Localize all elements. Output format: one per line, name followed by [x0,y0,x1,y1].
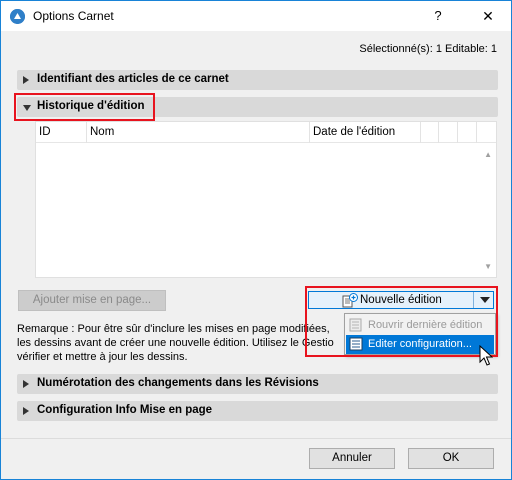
section-configuration-label: Configuration Info Mise en page [37,404,213,416]
table-header: ID Nom Date de l'édition [36,122,496,143]
selection-status: Sélectionné(s): 1 Editable: 1 [359,43,497,55]
column-header-id[interactable]: ID [39,126,51,138]
cancel-button[interactable]: Annuler [309,448,395,469]
section-identifiant-label: Identifiant des articles de ce carnet [37,73,229,85]
scroll-down-icon[interactable]: ▼ [484,262,492,271]
column-divider [457,122,458,143]
remark-line: vérifier et mettre à jour les dessins. [17,351,188,363]
section-numerotation[interactable]: Numérotation des changements dans les Ré… [17,374,498,394]
remark-text: Remarque : Pour être sûr d'inclure les m… [17,322,347,364]
expand-right-icon [23,76,29,84]
remark-line: les dessins avant de créer une nouvelle … [17,337,334,349]
section-numerotation-label: Numérotation des changements dans les Ré… [37,377,319,389]
expand-right-icon [23,380,29,388]
highlight-historique [14,93,155,121]
column-header-nom[interactable]: Nom [90,126,114,138]
expand-right-icon [23,407,29,415]
section-configuration[interactable]: Configuration Info Mise en page [17,401,498,421]
section-identifiant[interactable]: Identifiant des articles de ce carnet [17,70,498,90]
help-button[interactable]: ? [427,5,449,27]
column-divider [438,122,439,143]
close-button[interactable]: ✕ [477,5,499,27]
ok-button[interactable]: OK [408,448,494,469]
title-bar[interactable]: Options Carnet ? ✕ [1,1,511,31]
footer-divider [1,438,511,439]
options-carnet-dialog: Options Carnet ? ✕ Sélectionné(s): 1 Edi… [0,0,512,480]
edition-history-table[interactable]: ID Nom Date de l'édition ▲ ▼ [35,121,497,278]
app-icon [10,9,25,24]
remark-line: Remarque : Pour être sûr d'inclure les m… [17,323,330,335]
column-divider [309,122,310,143]
column-header-date[interactable]: Date de l'édition [313,126,395,138]
highlight-new-edition [305,286,498,357]
add-layout-button[interactable]: Ajouter mise en page... [18,290,166,311]
column-divider [86,122,87,143]
mouse-pointer-icon [479,344,494,367]
scroll-up-icon[interactable]: ▲ [484,150,492,159]
window-title: Options Carnet [33,9,114,23]
column-divider [420,122,421,143]
column-divider [476,122,477,143]
